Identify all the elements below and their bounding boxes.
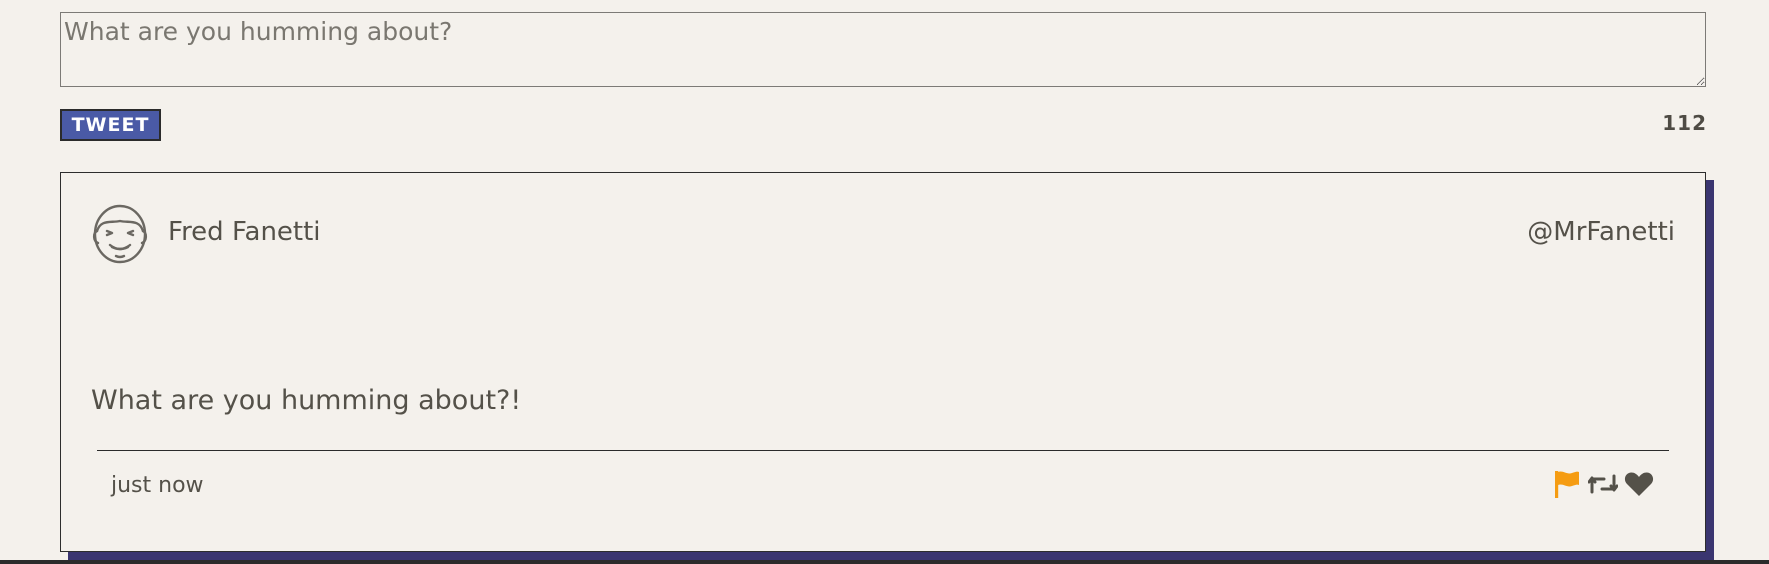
compose-input[interactable] [60,12,1706,87]
divider [97,450,1669,451]
page: Tweet 112 Fred Fanetti [0,0,1769,564]
retweet-icon[interactable] [1587,468,1619,500]
flag-icon[interactable] [1551,468,1583,500]
author-handle[interactable]: @MrFanetti [1527,217,1675,247]
tweet-button[interactable]: Tweet [60,109,161,141]
heart-icon[interactable] [1623,468,1655,500]
author-name[interactable]: Fred Fanetti [168,217,321,247]
tweet-actions [1551,468,1655,500]
character-counter: 112 [1662,111,1707,135]
tweet-timestamp: just now [111,473,204,498]
smiling-face-icon [91,201,149,265]
tweet-text: What are you humming about?! [91,385,522,416]
page-bottom-border [0,560,1769,564]
tweet-card: Fred Fanetti @MrFanetti What are you hum… [60,172,1706,552]
